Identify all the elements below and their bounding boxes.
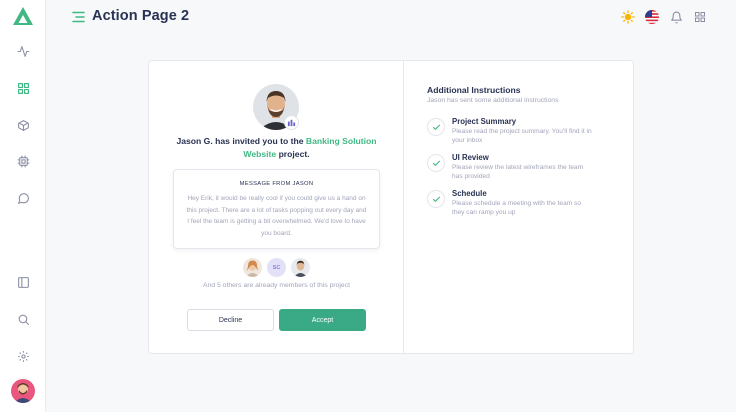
us-flag-icon[interactable] <box>645 10 659 24</box>
avatar-badge-icon <box>284 115 299 130</box>
task-description: Please read the project summary. You'll … <box>452 128 592 144</box>
accept-button[interactable]: Accept <box>279 309 366 331</box>
message-box: MESSAGE FROM JASON Hey Erik, it would be… <box>173 169 380 249</box>
member-avatar[interactable] <box>291 258 310 277</box>
inviter-name: Jason G. <box>176 136 213 146</box>
checkmark-icon[interactable] <box>427 154 445 172</box>
page-title: Action Page 2 <box>92 8 190 24</box>
activity-icon[interactable] <box>13 41 33 61</box>
sidebar <box>0 0 46 412</box>
apps-grid-icon[interactable] <box>693 10 707 24</box>
checkmark-icon[interactable] <box>427 118 445 136</box>
cpu-icon[interactable] <box>13 151 33 171</box>
decline-button[interactable]: Decline <box>187 309 274 331</box>
message-circle-icon[interactable] <box>13 188 33 208</box>
message-title: MESSAGE FROM JASON <box>239 181 314 187</box>
sidebar-panel-icon[interactable] <box>13 272 33 292</box>
member-initials-avatar[interactable]: SC <box>267 258 286 277</box>
member-avatars: SC <box>243 258 313 278</box>
invite-card: Jason G. has invited you to the Banking … <box>148 60 634 354</box>
task-title: Schedule <box>452 189 487 198</box>
instructions-title: Additional Instructions <box>427 85 521 95</box>
menu-toggle-icon[interactable] <box>72 10 85 23</box>
task-description: Please schedule a meeting with the team … <box>452 200 582 216</box>
invite-text-pre: has invited you to the <box>215 136 304 146</box>
search-icon[interactable] <box>13 309 33 329</box>
invite-message: Jason G. has invited you to the Banking … <box>169 135 384 161</box>
task-title: UI Review <box>452 153 489 162</box>
instructions-subtitle: Jason has sent some additional instructi… <box>427 97 559 104</box>
invite-text-post: project. <box>278 149 310 159</box>
grid-icon[interactable] <box>13 78 33 98</box>
instructions-panel: Additional Instructions Jason has sent s… <box>404 61 633 353</box>
settings-icon[interactable] <box>13 346 33 366</box>
members-note: And 5 others are already members of this… <box>203 282 350 289</box>
bell-icon[interactable] <box>669 10 683 24</box>
box-icon[interactable] <box>13 115 33 135</box>
sun-icon[interactable] <box>621 10 635 24</box>
task-title: Project Summary <box>452 117 517 126</box>
member-avatar[interactable] <box>243 258 262 277</box>
message-body: Hey Erik, it would be really cool if you… <box>186 195 367 237</box>
topbar: Action Page 2 <box>46 0 736 34</box>
user-avatar[interactable] <box>11 379 35 403</box>
app-logo[interactable] <box>13 7 33 25</box>
checkmark-icon[interactable] <box>427 190 445 208</box>
invite-panel: Jason G. has invited you to the Banking … <box>149 61 404 353</box>
task-description: Please review the latest wireframes the … <box>452 164 584 180</box>
